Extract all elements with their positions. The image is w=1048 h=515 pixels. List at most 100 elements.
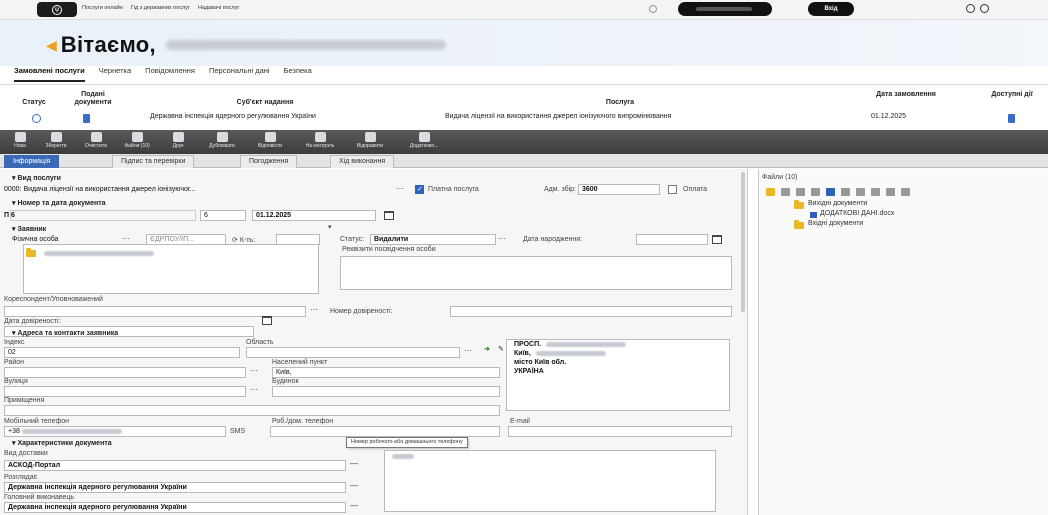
action-icon[interactable] <box>1008 114 1015 123</box>
toolbar-reply-button[interactable]: Відповісти <box>250 132 290 152</box>
work-phone-field[interactable] <box>270 426 500 437</box>
login-button[interactable]: Вхід <box>808 2 854 16</box>
payment-checkbox[interactable] <box>668 185 677 194</box>
email-field[interactable] <box>508 426 732 437</box>
scan-icon[interactable] <box>826 188 835 196</box>
link-icon[interactable] <box>796 188 805 196</box>
reviewer-picker[interactable]: — <box>350 481 358 490</box>
toolbar-duplicate-button[interactable]: Дублювати <box>202 132 242 152</box>
nav-link-providers[interactable]: Надавачі послуг <box>198 5 239 11</box>
room-field[interactable] <box>4 405 500 416</box>
edit-address-icon[interactable]: ✎ <box>498 346 504 354</box>
applicant-section-label: ▾ Заявник <box>12 226 47 233</box>
reviewer-field[interactable]: Державна інспекція ядерного регулювання … <box>4 482 346 493</box>
welcome-heading: ◀ Вітаємо, <box>46 32 446 58</box>
accessibility-icon[interactable] <box>966 4 975 13</box>
id-doc-box[interactable] <box>340 256 732 290</box>
proxy-number-field[interactable] <box>450 306 732 317</box>
executor-picker[interactable]: — <box>350 501 358 510</box>
district-field[interactable] <box>4 367 246 378</box>
tree-outgoing-docs[interactable]: Вихідні документи <box>808 200 867 207</box>
add-address-icon[interactable]: ➜ <box>484 346 490 354</box>
index-field[interactable]: 02 <box>4 347 240 358</box>
search-icon[interactable] <box>649 5 657 13</box>
toolbar-new-button[interactable]: Нова <box>0 132 40 152</box>
tree-incoming-docs[interactable]: Вхідні документи <box>808 220 863 227</box>
street-picker[interactable]: ··· <box>250 385 258 394</box>
subtab-approval[interactable]: Погодження <box>240 155 298 168</box>
applicant-type-picker[interactable]: ··· <box>122 234 130 243</box>
notes-box[interactable] <box>384 450 716 512</box>
refresh-icon[interactable] <box>886 188 895 196</box>
correspondent-label: Кореспондент/Уповноважений <box>4 296 103 303</box>
tree-additional-data-file[interactable]: ДОДАТКОВІ ДАНІ.docx <box>820 210 894 217</box>
correspondent-field[interactable] <box>4 306 306 317</box>
settlement-field[interactable]: Київ, <box>272 367 500 378</box>
status-picker[interactable]: ··· <box>498 234 506 243</box>
tab-messages[interactable]: Повідомлення <box>145 66 195 82</box>
subtab-signature[interactable]: Підпис та перевірки <box>112 155 195 168</box>
region-field[interactable] <box>246 347 460 358</box>
nav-link-guide[interactable]: Гід з державних послуг <box>131 5 190 11</box>
toolbar-send-button[interactable]: Відправити <box>350 132 390 152</box>
status-field[interactable]: Видалити <box>370 234 496 245</box>
correspondent-picker[interactable]: ··· <box>310 305 318 314</box>
form-scrollbar[interactable] <box>741 172 745 312</box>
tab-ordered-services[interactable]: Замовлені послуги <box>14 66 85 82</box>
delivery-field[interactable]: АСКОД-Портал <box>4 460 346 471</box>
doc-prefix-field[interactable] <box>10 210 196 221</box>
building-field[interactable] <box>272 386 500 397</box>
toolbar-control-button[interactable]: На контроль <box>300 132 340 152</box>
birth-date-field[interactable] <box>636 234 708 245</box>
calendar-icon[interactable] <box>384 211 394 220</box>
service-picker-button[interactable]: ··· <box>396 184 404 193</box>
tab-draft[interactable]: Чернетка <box>99 66 131 82</box>
full-address-box[interactable]: ПРОСП. Київ, місто Київ обл. УКРАЇНА <box>506 339 730 411</box>
toolbar-clear-button[interactable]: Очистити <box>76 132 116 152</box>
street-label: Вулиця <box>4 378 28 385</box>
print-icon <box>172 132 184 142</box>
sign-icon[interactable] <box>841 188 850 196</box>
subtab-progress[interactable]: Хід виконання <box>330 155 395 168</box>
delivery-picker[interactable]: — <box>350 459 358 468</box>
document-icon[interactable] <box>83 114 90 123</box>
tab-security[interactable]: Безпека <box>284 66 312 82</box>
doc-number-field[interactable]: 6 <box>200 210 246 221</box>
tab-personal-data[interactable]: Персональні дані <box>209 66 270 82</box>
collapse-marker: ▾ <box>328 224 332 231</box>
paid-service-checkbox[interactable] <box>415 185 424 194</box>
region-picker[interactable]: ··· <box>464 346 472 355</box>
proxy-date-label: Дата довіреності: <box>4 318 61 325</box>
settings-icon[interactable] <box>980 4 989 13</box>
open-folder-icon[interactable] <box>766 188 775 196</box>
trident-logo-button[interactable]: ψ <box>37 2 77 17</box>
adm-fee-field[interactable]: 3600 <box>578 184 660 195</box>
blurred-address-1 <box>546 342 626 347</box>
executor-label: Головний виконавець <box>4 494 75 501</box>
doc-date-field[interactable]: 01.12.2025 <box>252 210 376 221</box>
birth-calendar-icon[interactable] <box>712 235 722 244</box>
executor-field[interactable]: Державна інспекція ядерного регулювання … <box>4 502 346 513</box>
status-label: Статус: <box>340 236 365 243</box>
download-icon[interactable] <box>901 188 910 196</box>
toolbar-print-button[interactable]: Друк <box>158 132 198 152</box>
nav-link-online[interactable]: Послуги онлайн <box>82 5 123 11</box>
preview-icon[interactable] <box>856 188 865 196</box>
col-service: Послуга <box>605 99 635 106</box>
row-service[interactable]: Видача ліцензії на використання джерел і… <box>445 113 775 121</box>
user-account-pill[interactable] <box>678 2 772 16</box>
unlink-icon[interactable] <box>811 188 820 196</box>
toolbar-files-button[interactable]: Файли (10) <box>117 132 157 152</box>
attach-icon[interactable] <box>781 188 790 196</box>
print-file-icon[interactable] <box>871 188 880 196</box>
district-picker[interactable]: ··· <box>250 366 258 375</box>
address-line-3: місто Київ обл. <box>514 359 567 366</box>
proxy-calendar-icon[interactable] <box>262 316 272 325</box>
toolbar-save-button[interactable]: Зберегти <box>36 132 76 152</box>
toolbar-more-button[interactable]: Додатково... <box>404 132 444 152</box>
street-field[interactable] <box>4 386 246 397</box>
service-value[interactable]: 0000: Видача ліцензії на використання дж… <box>4 186 195 194</box>
portal-nav: Послуги онлайн Гід з державних послуг На… <box>82 5 239 11</box>
subtab-info[interactable]: Інформація <box>4 155 60 168</box>
applicant-type[interactable]: Фізична особа <box>12 236 58 244</box>
